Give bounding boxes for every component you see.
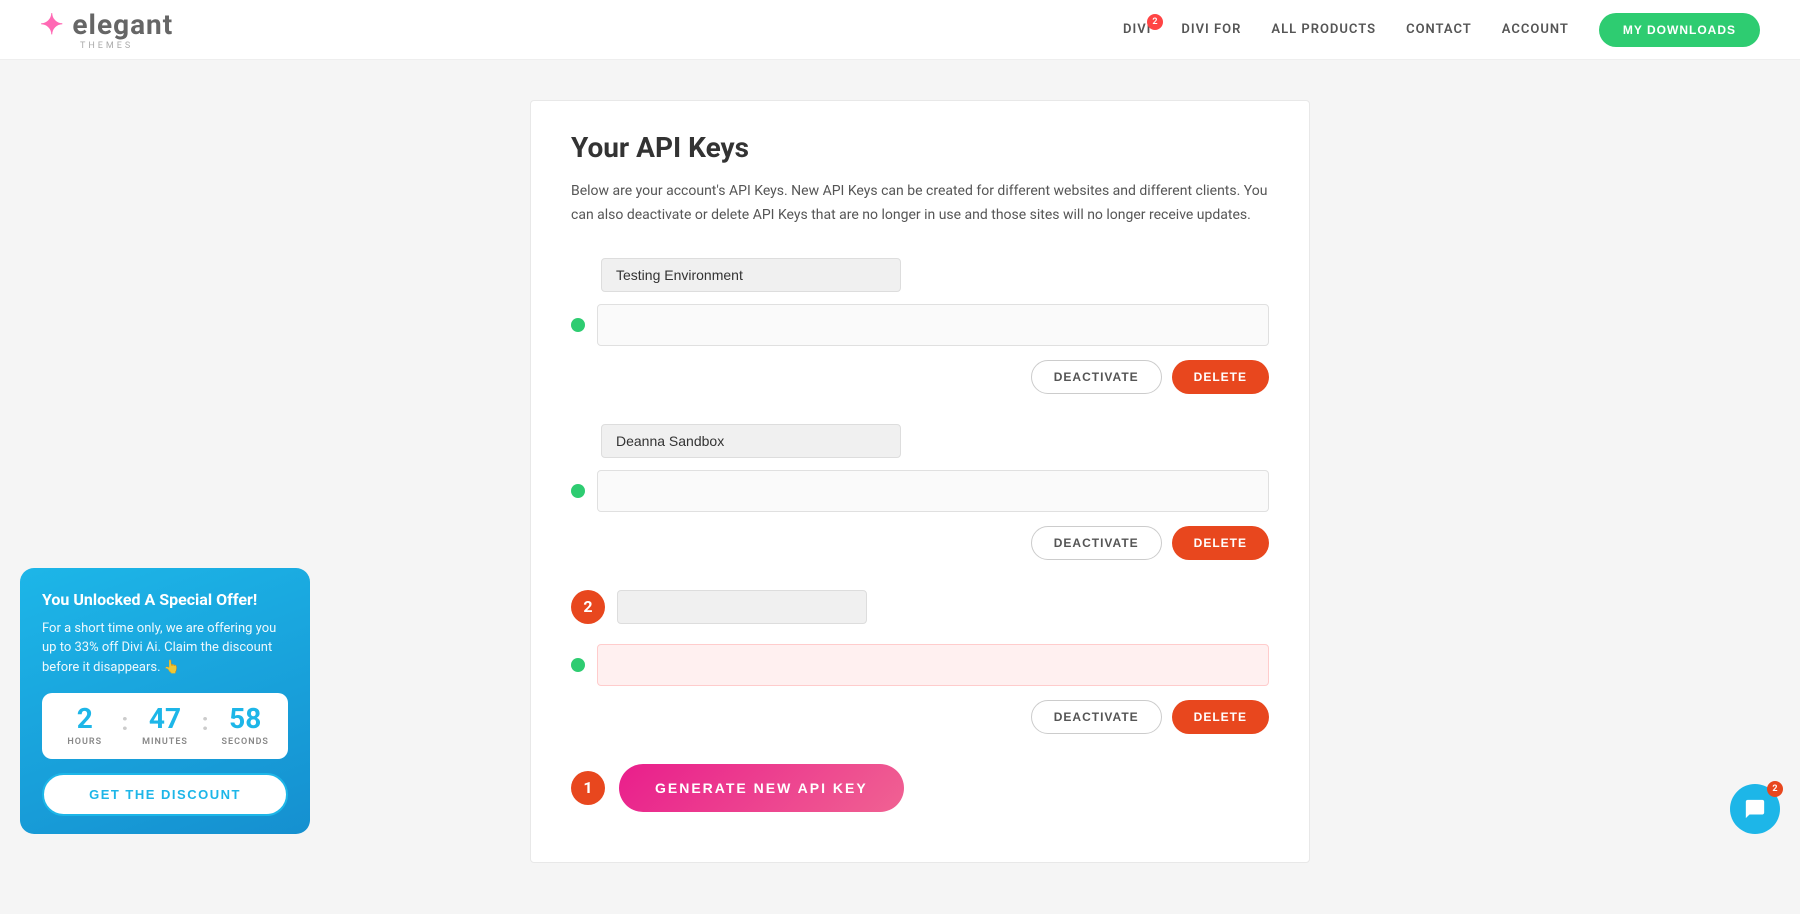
actions-row-3: DEACTIVATE DELETE	[571, 700, 1269, 734]
countdown-seconds-label: SECONDS	[222, 737, 269, 747]
api-name-input-3[interactable]	[617, 590, 867, 624]
api-key-field-1[interactable]	[597, 304, 1269, 346]
main-nav: DIVI 2 DIVI FOR ALL PRODUCTS CONTACT ACC…	[1123, 13, 1760, 47]
status-dot-2	[571, 484, 585, 498]
api-keys-section: Your API Keys Below are your account's A…	[530, 100, 1310, 863]
countdown-minutes-label: MINUTES	[142, 737, 188, 747]
status-dot-1	[571, 318, 585, 332]
logo-mark: ✦ elegant	[40, 8, 173, 41]
nav-item-account[interactable]: ACCOUNT	[1502, 22, 1569, 37]
api-numbered-name-row: 2	[571, 590, 1269, 636]
countdown-hours-label: HOURS	[67, 737, 102, 747]
page-description: Below are your account's API Keys. New A…	[571, 180, 1269, 228]
api-key-field-2[interactable]	[597, 470, 1269, 512]
countdown-seconds: 58 SECONDS	[213, 705, 278, 747]
api-entry-1: DEACTIVATE DELETE	[571, 258, 1269, 394]
nav-item-all-products[interactable]: ALL PRODUCTS	[1271, 22, 1376, 37]
api-entry-3: 2 DEACTIVATE DELETE	[571, 590, 1269, 734]
promo-title: You Unlocked A Special Offer!	[42, 590, 288, 609]
delete-button-2[interactable]: DELETE	[1172, 526, 1269, 560]
promo-card: You Unlocked A Special Offer! For a shor…	[20, 568, 310, 835]
countdown-minutes: 47 MINUTES	[132, 705, 197, 747]
generate-section: 1 GENERATE NEW API KEY	[571, 764, 1269, 812]
delete-button-3[interactable]: DELETE	[1172, 700, 1269, 734]
api-key-field-3[interactable]	[597, 644, 1269, 686]
logo[interactable]: ✦ elegant themes	[40, 8, 173, 51]
api-name-input-1[interactable]	[601, 258, 901, 292]
my-downloads-button[interactable]: MY DOWNLOADS	[1599, 13, 1760, 47]
api-entry-2: DEACTIVATE DELETE	[571, 424, 1269, 560]
entry-number-badge-2: 2	[571, 590, 605, 624]
countdown-hours: 2 HOURS	[52, 705, 117, 747]
logo-subtitle: themes	[80, 41, 133, 51]
promo-description: For a short time only, we are offering y…	[42, 619, 288, 678]
api-name-input-2[interactable]	[601, 424, 901, 458]
header: ✦ elegant themes DIVI 2 DIVI FOR ALL PRO…	[0, 0, 1800, 60]
countdown-sep-2: :	[198, 708, 213, 744]
countdown-seconds-value: 58	[229, 705, 261, 733]
divi-badge: 2	[1147, 14, 1163, 30]
nav-item-divi-for[interactable]: DIVI FOR	[1181, 22, 1241, 37]
chat-bubble[interactable]: 2	[1730, 784, 1780, 834]
api-key-row-2	[571, 470, 1269, 512]
generate-api-key-button[interactable]: GENERATE NEW API KEY	[619, 764, 904, 812]
delete-button-1[interactable]: DELETE	[1172, 360, 1269, 394]
deactivate-button-2[interactable]: DEACTIVATE	[1031, 526, 1162, 560]
actions-row-1: DEACTIVATE DELETE	[571, 360, 1269, 394]
countdown-box: 2 HOURS : 47 MINUTES : 58 SECONDS	[42, 693, 288, 759]
nav-item-divi[interactable]: DIVI 2	[1123, 22, 1151, 37]
actions-row-2: DEACTIVATE DELETE	[571, 526, 1269, 560]
countdown-sep-1: :	[117, 708, 132, 744]
deactivate-button-3[interactable]: DEACTIVATE	[1031, 700, 1162, 734]
countdown-minutes-value: 47	[149, 705, 181, 733]
status-dot-3	[571, 658, 585, 672]
get-discount-button[interactable]: GET THE DISCOUNT	[42, 773, 288, 816]
generate-number-badge: 1	[571, 771, 605, 805]
page-title: Your API Keys	[571, 131, 1269, 164]
deactivate-button-1[interactable]: DEACTIVATE	[1031, 360, 1162, 394]
nav-item-contact[interactable]: CONTACT	[1406, 22, 1472, 37]
api-key-row-3	[571, 644, 1269, 686]
countdown-hours-value: 2	[77, 705, 93, 733]
chat-icon	[1744, 798, 1766, 820]
logo-icon: ✦	[40, 8, 64, 41]
chat-badge: 2	[1767, 781, 1783, 797]
api-key-row-1	[571, 304, 1269, 346]
